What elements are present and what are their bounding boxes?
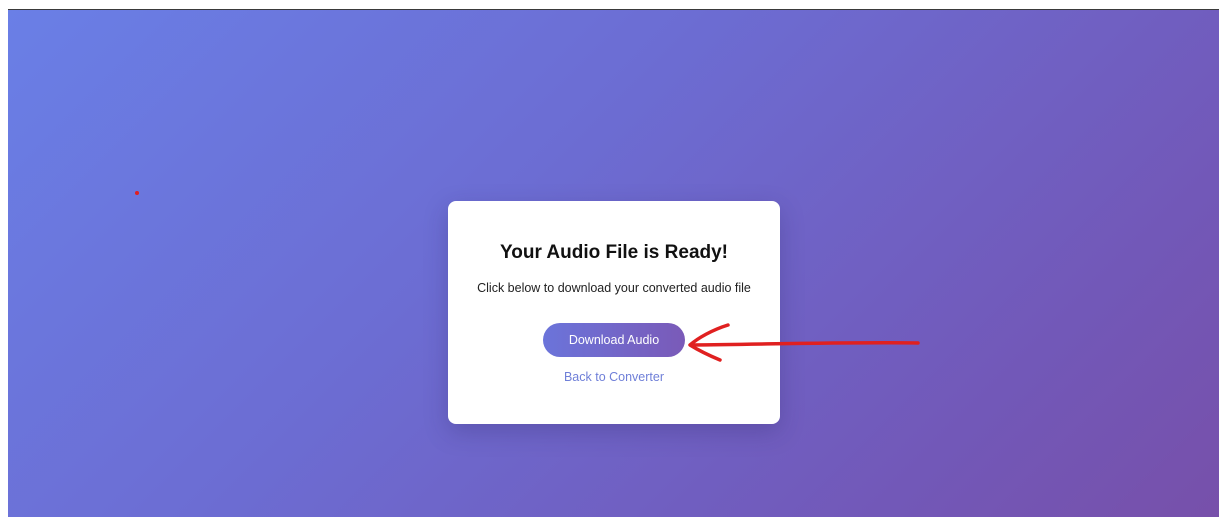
back-to-converter-link[interactable]: Back to Converter (448, 370, 780, 384)
download-audio-button[interactable]: Download Audio (543, 323, 685, 357)
card-title: Your Audio File is Ready! (499, 242, 729, 263)
card-subtitle: Click below to download your converted a… (477, 281, 751, 295)
download-card: Your Audio File is Ready! Click below to… (448, 201, 780, 424)
red-dot-icon (135, 191, 139, 195)
page-background: Your Audio File is Ready! Click below to… (8, 9, 1219, 517)
